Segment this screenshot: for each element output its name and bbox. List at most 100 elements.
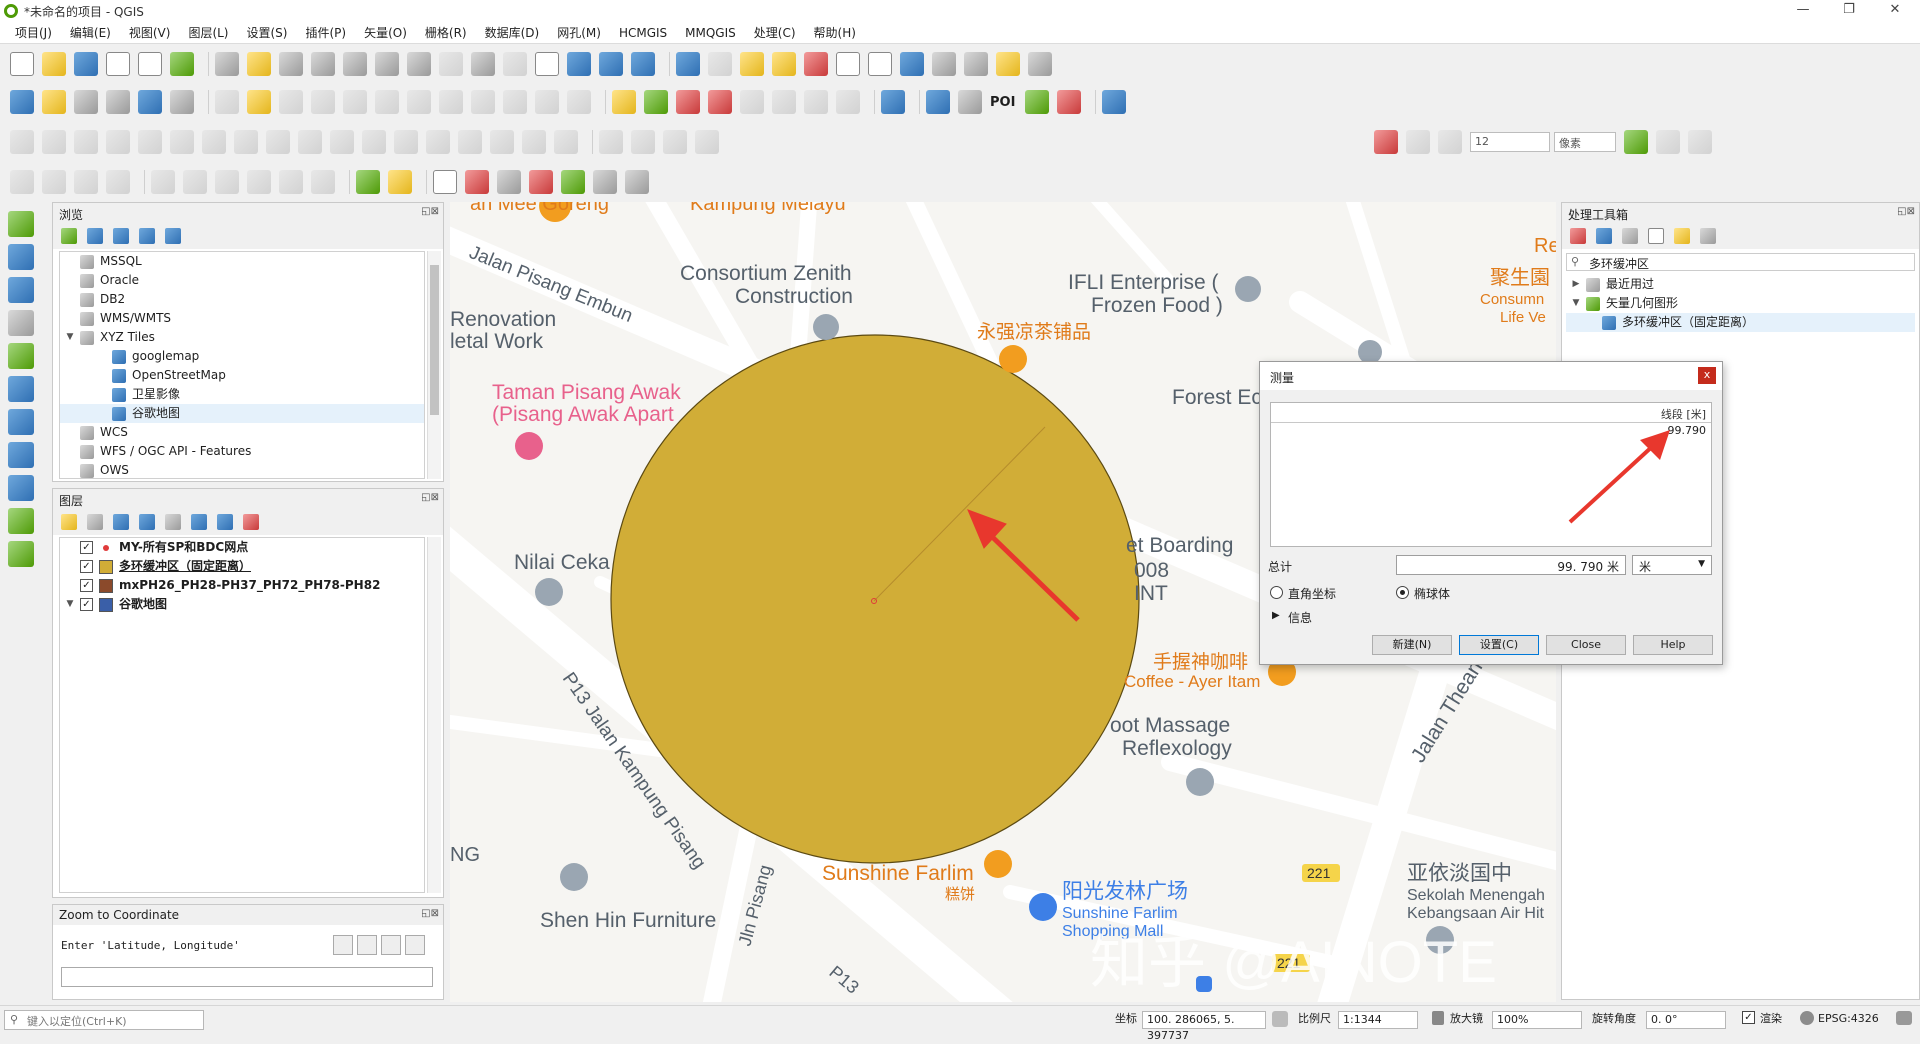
toolbox-search-input[interactable]: 多环缓冲区 <box>1566 253 1915 271</box>
new-bookmark-icon[interactable] <box>567 52 591 76</box>
options-icon[interactable] <box>1700 228 1716 244</box>
new-map-view-icon[interactable] <box>535 52 559 76</box>
reshape-icon[interactable] <box>202 130 226 154</box>
split-parts-icon[interactable] <box>298 130 322 154</box>
history-icon[interactable] <box>1622 228 1638 244</box>
rotate-feature-icon[interactable] <box>522 130 546 154</box>
toolbox-item[interactable]: ▶ 最近用过 <box>1566 275 1915 294</box>
style-manager-icon[interactable] <box>170 52 194 76</box>
refresh-icon[interactable] <box>87 228 103 244</box>
add-ring-icon[interactable] <box>42 130 66 154</box>
render-checkbox[interactable]: ✓ <box>1742 1011 1755 1024</box>
layer-item[interactable]: ▼ ✓ 谷歌地图 <box>60 595 424 614</box>
locator-input[interactable]: 键入以定位(Ctrl+K) <box>4 1010 204 1030</box>
georeferencer-icon[interactable] <box>631 130 655 154</box>
add-mesh-icon[interactable] <box>170 90 194 114</box>
new-button[interactable]: 新建(N) <box>1372 635 1452 655</box>
browser-item[interactable]: 谷歌地图 <box>60 404 424 423</box>
snapping-segment-icon[interactable] <box>1438 130 1462 154</box>
map-tips-icon[interactable] <box>996 52 1020 76</box>
add-feature-icon[interactable] <box>311 90 335 114</box>
open-project-icon[interactable] <box>42 52 66 76</box>
add-wms-icon[interactable] <box>8 442 34 468</box>
zoom-full-icon[interactable] <box>343 52 367 76</box>
text-annotation-icon[interactable] <box>1028 52 1052 76</box>
pin-marker-icon[interactable] <box>465 170 489 194</box>
zoom-coord-go-icon[interactable] <box>333 935 353 955</box>
measure-close-icon[interactable]: x <box>1698 367 1716 384</box>
delete-selected-icon[interactable] <box>407 90 431 114</box>
menu-layer[interactable]: 图层(L) <box>179 24 237 41</box>
zoom-in-icon[interactable] <box>279 52 303 76</box>
zoom-coord-copy-icon[interactable] <box>357 935 377 955</box>
add-delimited-text-icon[interactable] <box>8 310 34 336</box>
digitize-segment-icon[interactable] <box>10 130 34 154</box>
expand-triangle-icon[interactable]: ▶ <box>1272 610 1280 621</box>
zoom-out-icon[interactable] <box>311 52 335 76</box>
toggle-editing-icon[interactable] <box>215 90 239 114</box>
locate-search-icon[interactable] <box>356 170 380 194</box>
reverse-line-icon[interactable] <box>458 130 482 154</box>
line-tool-icon[interactable] <box>247 170 271 194</box>
browser-scrollbar[interactable] <box>427 251 441 479</box>
field-calculator-icon[interactable] <box>868 52 892 76</box>
unit-select[interactable]: 米 ▼ <box>1632 555 1712 575</box>
move-tool-icon[interactable] <box>311 170 335 194</box>
attribute-table-icon[interactable] <box>836 52 860 76</box>
topological-editing-icon[interactable] <box>1624 130 1648 154</box>
manage-visibility-icon[interactable] <box>113 514 129 530</box>
layers-scrollbar[interactable] <box>427 537 441 893</box>
show-bookmarks-icon[interactable] <box>599 52 623 76</box>
panel-float-close-icon[interactable]: ◱⊠ <box>421 908 439 919</box>
move-label-icon[interactable] <box>772 90 796 114</box>
layer-item[interactable]: ✓ 多环缓冲区（固定距离） <box>60 557 424 576</box>
add-part-icon[interactable] <box>74 130 98 154</box>
plugin-sync-icon[interactable] <box>1025 90 1050 114</box>
shape-ellipse-icon[interactable] <box>42 170 66 194</box>
layer-visibility-checkbox[interactable]: ✓ <box>80 579 93 592</box>
menu-edit[interactable]: 编辑(E) <box>61 24 120 41</box>
copy-features-icon[interactable] <box>471 90 495 114</box>
snap-tolerance-input[interactable]: 12 <box>1470 132 1550 152</box>
browser-item[interactable]: MSSQL <box>60 252 424 271</box>
wrench-tool-icon[interactable] <box>625 170 649 194</box>
zoom-last-icon[interactable] <box>471 52 495 76</box>
zoom-selection-icon[interactable] <box>375 52 399 76</box>
add-wfs-icon[interactable] <box>8 508 34 534</box>
filter-expression-icon[interactable] <box>165 514 181 530</box>
layout-manager-icon[interactable] <box>138 52 162 76</box>
change-label-icon[interactable] <box>836 90 860 114</box>
menu-mesh[interactable]: 网孔(M) <box>548 24 610 41</box>
shape-polygon-icon[interactable] <box>106 170 130 194</box>
expand-all-icon[interactable] <box>191 514 207 530</box>
menu-database[interactable]: 数据库(D) <box>476 24 549 41</box>
zoom-search-icon[interactable] <box>497 170 521 194</box>
zoom-layer-icon[interactable] <box>407 52 431 76</box>
menu-mmqgis[interactable]: MMQGIS <box>676 26 745 40</box>
merge-features-icon[interactable] <box>330 130 354 154</box>
layer-labeling-icon[interactable] <box>644 90 668 114</box>
settings-button[interactable]: 设置(C) <box>1459 635 1539 655</box>
select-features-icon[interactable] <box>740 52 764 76</box>
menu-hcmgis[interactable]: HCMGIS <box>610 26 676 40</box>
toolbox-item[interactable]: 多环缓冲区（固定距离） <box>1566 313 1915 332</box>
panel-float-close-icon[interactable]: ◱⊠ <box>1897 206 1915 217</box>
add-vector-layer-icon[interactable] <box>8 211 34 237</box>
layer-item[interactable]: ✓ MY-所有SP和BDC网点 <box>60 538 424 557</box>
vertex-tool-icon[interactable] <box>343 90 367 114</box>
collapse-all-icon[interactable] <box>217 514 233 530</box>
add-postgis-icon[interactable] <box>8 409 34 435</box>
expand-arrow-icon[interactable]: ▼ <box>64 328 76 347</box>
zoom-next-icon[interactable] <box>503 52 527 76</box>
print-layout-icon[interactable] <box>106 52 130 76</box>
add-spatialite-icon[interactable] <box>8 376 34 402</box>
redo-icon[interactable] <box>567 90 591 114</box>
snapping-magnet-icon[interactable] <box>1374 130 1398 154</box>
menu-raster[interactable]: 栅格(R) <box>416 24 476 41</box>
identify-icon[interactable] <box>676 52 700 76</box>
new-geopackage-icon[interactable] <box>42 90 66 114</box>
expand-arrow-icon[interactable]: ▼ <box>64 595 76 614</box>
poi-tool[interactable]: POI <box>990 95 1015 110</box>
snap-unit-select[interactable]: 像素 <box>1554 132 1616 152</box>
current-edits-icon[interactable] <box>247 90 271 114</box>
